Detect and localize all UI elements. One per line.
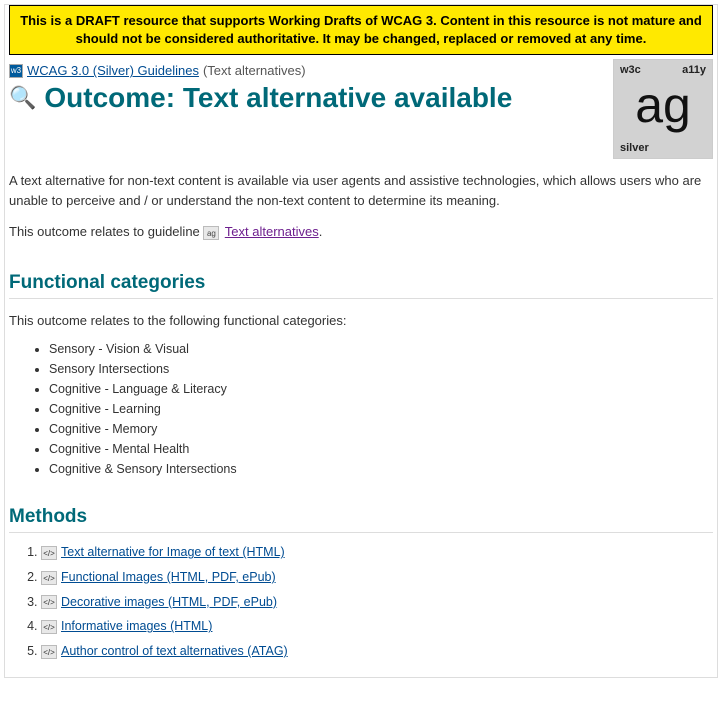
methods-heading: Methods	[9, 506, 713, 533]
breadcrumb-current: (Text alternatives)	[203, 63, 306, 78]
methods-item: </> Informative images (HTML)	[41, 619, 713, 634]
code-icon: </>	[41, 620, 57, 634]
guideline-suffix: .	[319, 224, 323, 239]
breadcrumb-link[interactable]: WCAG 3.0 (Silver) Guidelines	[27, 63, 199, 78]
guideline-icon: ag	[203, 226, 219, 240]
page-title: Outcome: Text alternative available	[44, 82, 512, 114]
guideline-link[interactable]: Text alternatives	[225, 224, 319, 239]
list-item: Cognitive - Language & Literacy	[49, 382, 713, 396]
methods-item: </> Decorative images (HTML, PDF, ePub)	[41, 595, 713, 610]
list-item: Cognitive - Mental Health	[49, 442, 713, 456]
list-item: Sensory - Vision & Visual	[49, 342, 713, 356]
method-link[interactable]: Informative images (HTML)	[61, 619, 212, 633]
code-icon: </>	[41, 645, 57, 659]
list-item: Sensory Intersections	[49, 362, 713, 376]
outcome-icon: 🔍	[9, 87, 36, 109]
methods-item: </> Text alternative for Image of text (H…	[41, 545, 713, 560]
functional-list: Sensory - Vision & Visual Sensory Inters…	[9, 342, 713, 476]
list-item: Cognitive - Learning	[49, 402, 713, 416]
code-icon: </>	[41, 571, 57, 585]
method-link[interactable]: Functional Images (HTML, PDF, ePub)	[61, 570, 276, 584]
method-link[interactable]: Text alternative for Image of text (HTML…	[61, 545, 285, 559]
w3c-icon: w3	[9, 64, 23, 78]
methods-item: </> Functional Images (HTML, PDF, ePub)	[41, 570, 713, 585]
logo-top-left: w3c	[620, 64, 641, 76]
method-link[interactable]: Decorative images (HTML, PDF, ePub)	[61, 595, 277, 609]
methods-item: </> Author control of text alternatives (…	[41, 644, 713, 659]
guideline-prefix: This outcome relates to guideline	[9, 224, 203, 239]
logo-bottom-left: silver	[620, 142, 649, 154]
methods-list: </> Text alternative for Image of text (H…	[9, 545, 713, 659]
intro-paragraph: A text alternative for non-text content …	[9, 171, 713, 210]
draft-banner: This is a DRAFT resource that supports W…	[9, 5, 713, 55]
ag-logo: w3c a11y ag silver	[613, 59, 713, 159]
code-icon: </>	[41, 546, 57, 560]
method-link[interactable]: Author control of text alternatives (ATA…	[61, 644, 288, 658]
logo-center: ag	[635, 80, 691, 130]
breadcrumb: w3 WCAG 3.0 (Silver) Guidelines (Text al…	[9, 59, 603, 80]
code-icon: </>	[41, 595, 57, 609]
logo-top-right: a11y	[682, 64, 706, 76]
list-item: Cognitive - Memory	[49, 422, 713, 436]
guideline-sentence: This outcome relates to guideline ag Tex…	[9, 222, 713, 242]
functional-intro: This outcome relates to the following fu…	[9, 311, 713, 331]
functional-heading: Functional categories	[9, 272, 713, 299]
list-item: Cognitive & Sensory Intersections	[49, 462, 713, 476]
